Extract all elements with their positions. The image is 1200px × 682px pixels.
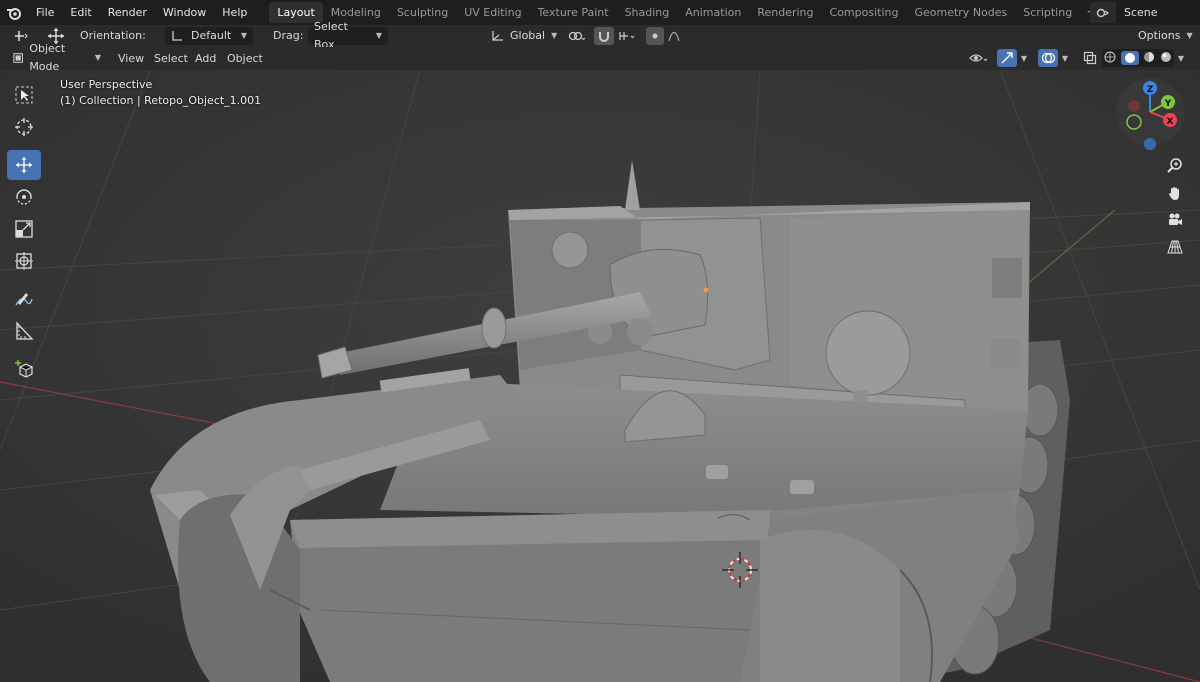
chevron-down-icon: ▼ bbox=[240, 31, 247, 40]
falloff-curve-icon[interactable] bbox=[666, 27, 682, 45]
tab-geometry-nodes[interactable]: Geometry Nodes bbox=[906, 2, 1015, 23]
tool-shelf bbox=[7, 80, 43, 386]
gizmo-y-label: Y bbox=[1164, 99, 1172, 109]
3d-viewport[interactable]: User Perspective (1) Collection | Retopo… bbox=[0, 70, 1200, 682]
tab-texture-paint[interactable]: Texture Paint bbox=[530, 2, 617, 23]
rendered-shading-icon[interactable] bbox=[1160, 51, 1172, 66]
perspective-grid-icon[interactable] bbox=[1163, 235, 1187, 259]
perspective-label: User Perspective bbox=[60, 78, 153, 91]
scale-tool-icon[interactable] bbox=[7, 214, 41, 244]
gizmo-z-label: Z bbox=[1147, 85, 1154, 95]
tab-compositing[interactable]: Compositing bbox=[822, 2, 907, 23]
snap-increment-icon[interactable] bbox=[614, 27, 642, 45]
gizmo-x-label: X bbox=[1167, 117, 1174, 127]
viewport-scene bbox=[0, 70, 1200, 682]
viewport-header: Object Mode ▼ View Select Add Object ▼ ▼… bbox=[0, 42, 1200, 73]
options-dropdown[interactable]: Options ▼ bbox=[1132, 27, 1194, 45]
chevron-down-icon: ▼ bbox=[375, 31, 382, 40]
rotate-tool-icon[interactable] bbox=[7, 182, 41, 212]
drag-dropdown[interactable]: Select Box ▼ bbox=[308, 20, 388, 51]
tool-settings-bar: Orientation: Default ▼ Drag: Select Box … bbox=[0, 20, 1200, 51]
mode-dropdown[interactable]: Object Mode ▼ bbox=[7, 42, 107, 73]
tab-scripting[interactable]: Scripting bbox=[1015, 2, 1080, 23]
add-cube-tool-icon[interactable] bbox=[7, 354, 41, 384]
snap-magnet-icon[interactable] bbox=[594, 27, 614, 45]
transform-orientation-value: Global bbox=[510, 29, 546, 42]
workspace-tabs: Layout Modeling Sculpting UV Editing Tex… bbox=[269, 0, 1104, 25]
xray-toggle-icon[interactable] bbox=[1080, 49, 1100, 67]
menu-window[interactable]: Window bbox=[155, 0, 214, 25]
options-label: Options bbox=[1138, 29, 1181, 42]
scene-selector[interactable]: Scene bbox=[1090, 2, 1200, 23]
menu-view[interactable]: View bbox=[118, 48, 144, 70]
chevron-down-icon[interactable]: ▼ bbox=[1058, 49, 1072, 67]
menu-edit[interactable]: Edit bbox=[62, 0, 99, 25]
menu-object[interactable]: Object bbox=[227, 48, 263, 70]
transform-orientation-dropdown[interactable]: Global ▼ bbox=[484, 27, 558, 45]
scene-name-field[interactable]: Scene bbox=[1116, 2, 1200, 23]
pan-hand-icon[interactable] bbox=[1163, 181, 1187, 205]
orientation-dropdown[interactable]: Default ▼ bbox=[165, 27, 253, 45]
menu-select[interactable]: Select bbox=[154, 48, 188, 70]
measure-tool-icon[interactable] bbox=[7, 316, 41, 346]
transform-tool-icon[interactable] bbox=[7, 246, 41, 276]
gizmo-toggle-icon[interactable] bbox=[997, 49, 1017, 67]
tab-uv-editing[interactable]: UV Editing bbox=[456, 2, 529, 23]
object-mode-icon bbox=[13, 53, 23, 63]
overlays-toggle-icon[interactable] bbox=[1038, 49, 1058, 67]
cursor-tool-icon[interactable] bbox=[7, 112, 41, 142]
global-axes-icon bbox=[492, 31, 503, 41]
menu-help[interactable]: Help bbox=[214, 0, 255, 25]
chevron-down-icon: ▼ bbox=[1186, 31, 1193, 40]
solid-shading-icon[interactable] bbox=[1120, 51, 1139, 65]
top-menu-bar: File Edit Render Window Help Layout Mode… bbox=[0, 0, 1200, 25]
orientation-value: Default bbox=[191, 29, 232, 42]
chevron-down-icon[interactable]: ▼ bbox=[1017, 49, 1031, 67]
shading-mode-group bbox=[1102, 49, 1174, 67]
scene-icon[interactable] bbox=[1090, 2, 1116, 23]
tab-sculpting[interactable]: Sculpting bbox=[389, 2, 456, 23]
tab-animation[interactable]: Animation bbox=[677, 2, 749, 23]
menu-add[interactable]: Add bbox=[195, 48, 216, 70]
select-box-tool-icon[interactable] bbox=[7, 80, 41, 110]
material-shading-icon[interactable] bbox=[1143, 51, 1155, 66]
menu-file[interactable]: File bbox=[28, 0, 62, 25]
navigation-gizmo[interactable]: Z Y X bbox=[1110, 76, 1190, 156]
pivot-point-icon[interactable] bbox=[562, 27, 590, 45]
chevron-down-icon: ▼ bbox=[551, 31, 558, 40]
wireframe-shading-icon[interactable] bbox=[1104, 51, 1116, 66]
zoom-magnifier-icon[interactable] bbox=[1163, 153, 1187, 177]
menu-render[interactable]: Render bbox=[100, 0, 155, 25]
tab-rendering[interactable]: Rendering bbox=[749, 2, 821, 23]
visibility-eye-icon[interactable] bbox=[964, 49, 994, 67]
proportional-edit-icon[interactable] bbox=[646, 27, 664, 45]
orientation-label: Orientation: bbox=[80, 29, 146, 42]
move-tool-icon[interactable] bbox=[7, 150, 41, 180]
camera-view-icon[interactable] bbox=[1163, 208, 1187, 232]
orientation-axes-icon bbox=[172, 31, 182, 41]
annotate-tool-icon[interactable] bbox=[7, 284, 41, 314]
chevron-down-icon: ▼ bbox=[94, 53, 101, 62]
chevron-down-icon[interactable]: ▼ bbox=[1174, 49, 1188, 67]
collection-label: (1) Collection | Retopo_Object_1.001 bbox=[60, 94, 262, 107]
blender-logo-icon[interactable] bbox=[0, 0, 28, 25]
tab-shading[interactable]: Shading bbox=[617, 2, 678, 23]
drag-label: Drag: bbox=[273, 29, 304, 42]
